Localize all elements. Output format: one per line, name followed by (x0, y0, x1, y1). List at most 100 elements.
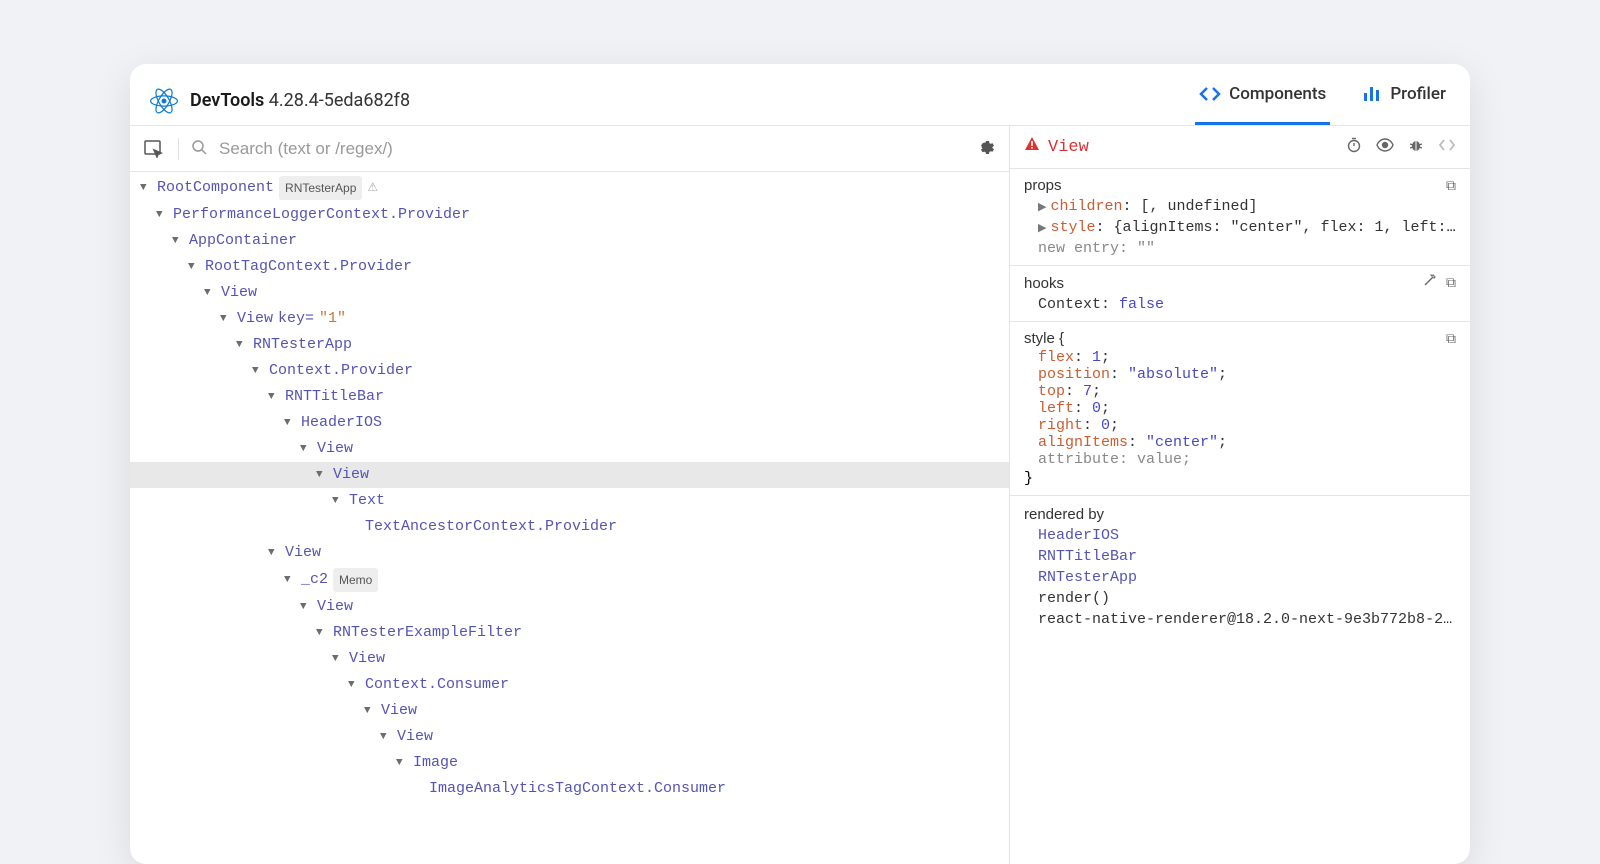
component-name: View (317, 596, 353, 618)
eye-icon[interactable] (1376, 137, 1394, 157)
tab-components[interactable]: Components (1195, 76, 1330, 125)
tree-row[interactable]: ▼View key="1" (130, 306, 1009, 332)
stopwatch-icon[interactable] (1346, 137, 1362, 157)
tree-row[interactable]: ▼View (130, 594, 1009, 620)
tree-row[interactable]: ▼AppContainer (130, 228, 1009, 254)
tree-row[interactable]: ▼RootTagContext.Provider (130, 254, 1009, 280)
props-section: props ⧉ ▶children: [, undefined]▶style: … (1010, 169, 1470, 266)
prop-row[interactable]: ▶children: [, undefined] (1010, 196, 1470, 217)
expand-arrow-icon[interactable]: ▼ (268, 386, 280, 408)
tree-row[interactable]: ▼PerformanceLoggerContext.Provider (130, 202, 1009, 228)
style-attribute-placeholder[interactable]: attribute: value; (1010, 451, 1470, 468)
component-name: RNTesterApp (253, 334, 352, 356)
expand-arrow-icon[interactable]: ▼ (268, 542, 280, 564)
expand-arrow-icon[interactable]: ▼ (332, 490, 344, 512)
tree-row[interactable]: ▼HeaderIOS (130, 410, 1009, 436)
tree-row[interactable]: ▼RootComponent RNTesterApp ⚠ (130, 174, 1009, 202)
style-row[interactable]: right: 0; (1010, 417, 1470, 434)
source-icon[interactable] (1438, 137, 1456, 157)
hooks-section: hooks ⧉ Context: false (1010, 266, 1470, 322)
tab-profiler[interactable]: Profiler (1358, 76, 1450, 125)
wand-icon[interactable] (1422, 274, 1436, 292)
style-close-brace: } (1010, 468, 1470, 489)
component-name: Context.Provider (269, 360, 413, 382)
prop-row[interactable]: ▶style: {alignItems: "center", flex: 1, … (1010, 217, 1470, 238)
app-title: DevTools 4.28.4-5eda682f8 (190, 90, 410, 111)
copy-icon[interactable]: ⧉ (1446, 274, 1456, 292)
tree-row[interactable]: ▼RNTesterExampleFilter (130, 620, 1009, 646)
tree-row[interactable]: ▼View (130, 540, 1009, 566)
expand-arrow-icon[interactable]: ▼ (284, 569, 296, 591)
warning-icon: ⚠ (367, 177, 378, 199)
expand-arrow-icon[interactable]: ▼ (364, 700, 376, 722)
expand-arrow-icon[interactable]: ▼ (284, 412, 296, 434)
tree-row[interactable]: ▼Context.Consumer (130, 672, 1009, 698)
expand-arrow-icon[interactable]: ▼ (220, 308, 232, 330)
tree-row[interactable]: ▼RNTTitleBar (130, 384, 1009, 410)
tree-row[interactable]: TextAncestorContext.Provider (130, 514, 1009, 540)
expand-arrow-icon[interactable]: ▼ (188, 256, 200, 278)
component-name: View (237, 308, 273, 330)
bug-icon[interactable] (1408, 137, 1424, 157)
component-name: View (333, 464, 369, 486)
devtools-window: DevTools 4.28.4-5eda682f8 Components Pro… (130, 64, 1470, 864)
rendered-by-link[interactable]: RNTesterApp (1010, 567, 1470, 588)
renderer-version: react-native-renderer@18.2.0-next-9e3b77… (1010, 609, 1470, 630)
expand-arrow-icon[interactable]: ▼ (252, 360, 264, 382)
component-name: View (381, 700, 417, 722)
copy-icon[interactable]: ⧉ (1446, 330, 1456, 347)
tree-row[interactable]: ▼RNTesterApp (130, 332, 1009, 358)
tree-row[interactable]: ▼View (130, 462, 1009, 488)
component-name: RNTTitleBar (285, 386, 384, 408)
tree-row[interactable]: ▼Context.Provider (130, 358, 1009, 384)
tree-row[interactable]: ▼View (130, 436, 1009, 462)
style-row[interactable]: flex: 1; (1010, 349, 1470, 366)
expand-arrow-icon[interactable]: ▼ (380, 726, 392, 748)
expand-arrow-icon[interactable]: ▼ (204, 282, 216, 304)
hook-row[interactable]: Context: false (1010, 294, 1470, 315)
hooks-heading: hooks ⧉ (1010, 272, 1470, 294)
copy-icon[interactable]: ⧉ (1446, 177, 1456, 194)
tree-row[interactable]: ImageAnalyticsTagContext.Consumer (130, 776, 1009, 802)
tree-row[interactable]: ▼View (130, 280, 1009, 306)
tree-row[interactable]: ▼Image (130, 750, 1009, 776)
expand-arrow-icon[interactable]: ▼ (236, 334, 248, 356)
component-tree[interactable]: ▼RootComponent RNTesterApp ⚠▼Performance… (130, 172, 1009, 804)
component-name: View (221, 282, 257, 304)
tree-row[interactable]: ▼View (130, 698, 1009, 724)
expand-arrow-icon[interactable]: ▼ (172, 230, 184, 252)
tree-row[interactable]: ▼View (130, 646, 1009, 672)
separator (178, 138, 179, 160)
new-entry-row[interactable]: new entry: "" (1010, 238, 1470, 259)
expand-arrow-icon[interactable]: ▼ (300, 596, 312, 618)
tree-row[interactable]: ▼Text (130, 488, 1009, 514)
expand-arrow-icon[interactable]: ▼ (348, 674, 360, 696)
style-row[interactable]: alignItems: "center"; (1010, 434, 1470, 451)
rendered-by-link[interactable]: HeaderIOS (1010, 525, 1470, 546)
expand-arrow-icon[interactable]: ▼ (156, 204, 168, 226)
new-entry-key: new entry (1038, 240, 1119, 257)
settings-icon[interactable] (975, 136, 995, 161)
component-name: View (349, 648, 385, 670)
component-name: View (317, 438, 353, 460)
expand-arrow-icon[interactable]: ▼ (140, 177, 152, 199)
style-row[interactable]: top: 7; (1010, 383, 1470, 400)
right-pane: View props ⧉ ▶children: [, undefined]▶st… (1010, 126, 1470, 864)
badge: Memo (333, 568, 378, 592)
style-row[interactable]: position: "absolute"; (1010, 366, 1470, 383)
rendered-by-link[interactable]: RNTTitleBar (1010, 546, 1470, 567)
tree-row[interactable]: ▼View (130, 724, 1009, 750)
style-row[interactable]: left: 0; (1010, 400, 1470, 417)
search-input[interactable] (219, 139, 963, 159)
expand-arrow-icon[interactable]: ▼ (396, 752, 408, 774)
expand-arrow-icon[interactable]: ▼ (316, 464, 328, 486)
expand-arrow-icon[interactable]: ▼ (332, 648, 344, 670)
element-picker-icon[interactable] (144, 140, 166, 158)
detail-toolbar (1346, 137, 1456, 157)
expand-arrow-icon[interactable]: ▼ (316, 622, 328, 644)
style-section: style { ⧉ flex: 1;position: "absolute";t… (1010, 322, 1470, 496)
rendered-by-label: rendered by (1024, 506, 1104, 523)
key-label: key= (278, 308, 314, 330)
expand-arrow-icon[interactable]: ▼ (300, 438, 312, 460)
tree-row[interactable]: ▼_c2 Memo (130, 566, 1009, 594)
